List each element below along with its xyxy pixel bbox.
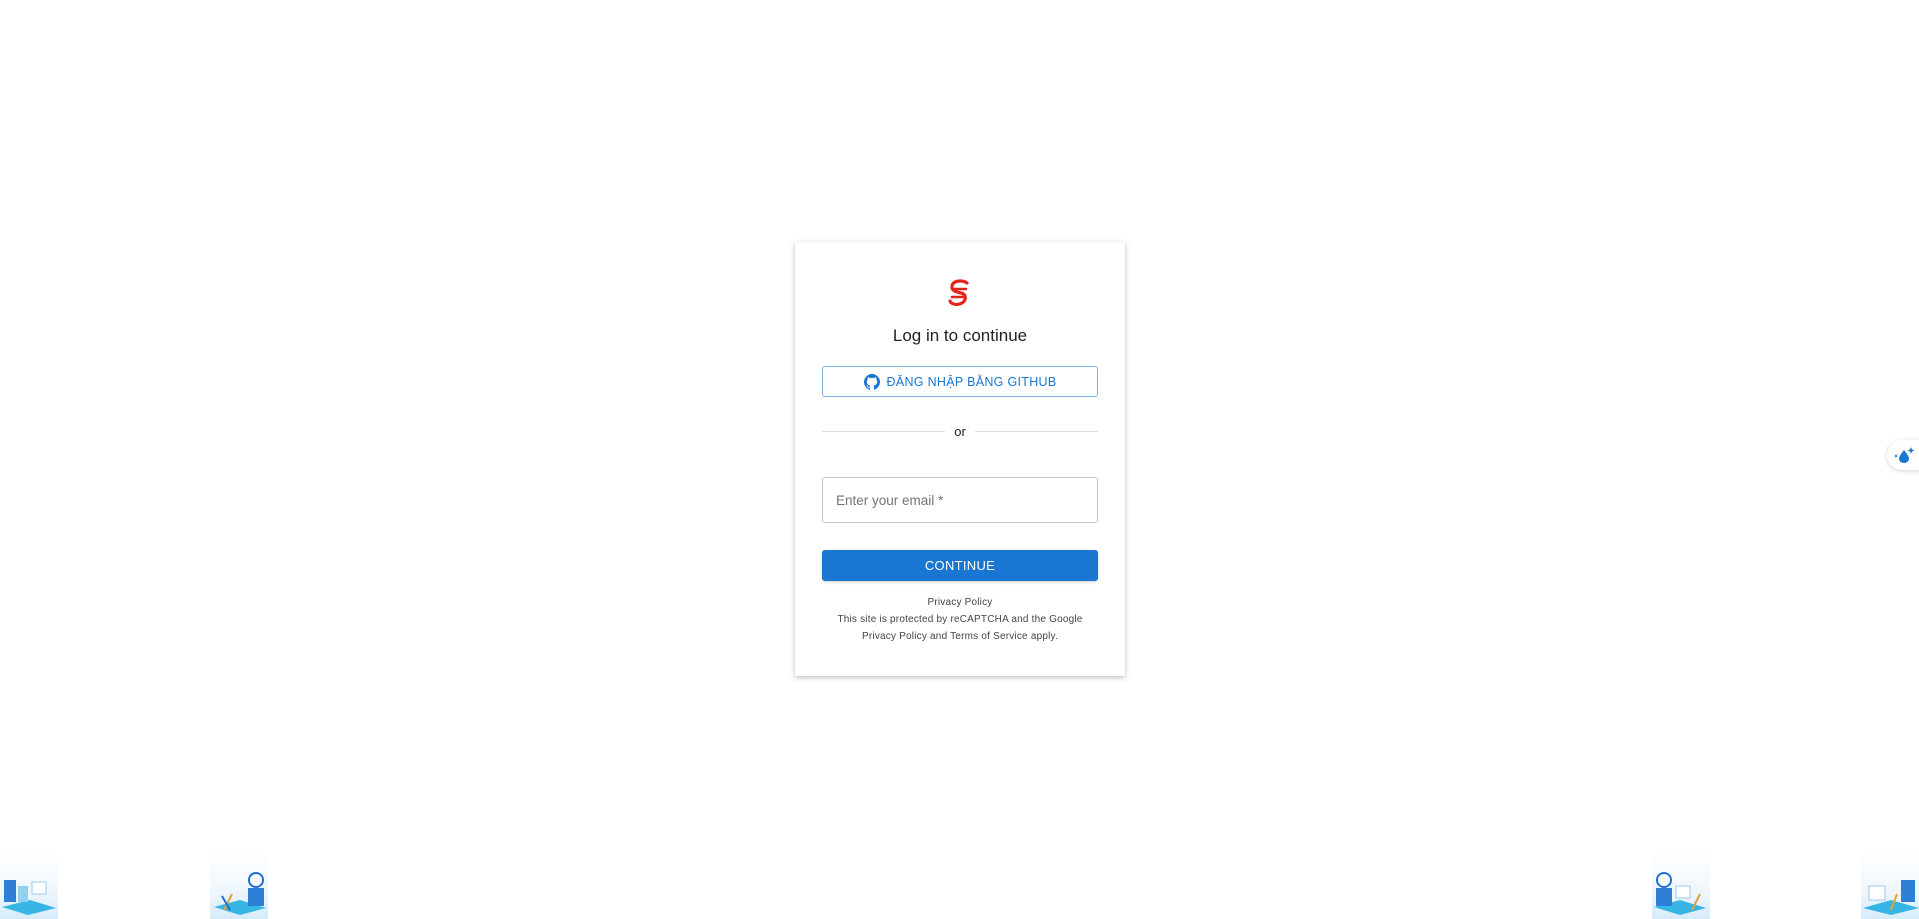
decorative-illustration — [214, 872, 266, 915]
google-privacy-policy-link[interactable]: Privacy Policy — [862, 631, 927, 642]
login-card: Log in to continue ĐĂNG NHẬP BẰNG GITHUB… — [795, 242, 1125, 676]
divider-line-left — [822, 430, 946, 432]
github-login-button[interactable]: ĐĂNG NHẬP BẰNG GITHUB — [822, 366, 1098, 397]
email-field-container[interactable] — [822, 477, 1098, 523]
sparkle-drop-icon — [1894, 447, 1915, 463]
page-title: Log in to continue — [892, 326, 1028, 345]
brand-logo-icon — [948, 279, 969, 307]
decorative-illustration — [1654, 872, 1706, 915]
and-text: and — [930, 631, 948, 642]
side-assistant-widget[interactable] — [1887, 440, 1919, 470]
decorative-illustration — [1863, 880, 1919, 915]
continue-button[interactable]: CONTINUE — [822, 550, 1098, 581]
divider-text: or — [954, 423, 966, 439]
github-login-label: ĐĂNG NHẬP BẰNG GITHUB — [886, 374, 1057, 389]
recaptcha-notice: This site is protected by reCAPTCHA and … — [837, 614, 1083, 625]
corner-illustration-left-2 — [210, 852, 268, 919]
corner-illustration-right-2 — [1861, 852, 1919, 919]
recaptcha-links-line: Privacy Policy and Terms of Service appl… — [795, 628, 1125, 645]
divider-line-right — [974, 430, 1098, 432]
privacy-policy-link[interactable]: Privacy Policy — [927, 597, 992, 608]
corner-illustration-right-1 — [1652, 852, 1710, 919]
corner-illustration-left-1 — [0, 852, 58, 919]
or-divider: or — [822, 423, 1098, 439]
google-terms-link[interactable]: Terms of Service — [950, 631, 1028, 642]
github-icon — [863, 373, 880, 390]
email-input[interactable] — [834, 491, 1097, 509]
legal-footer: Privacy Policy This site is protected by… — [795, 594, 1125, 645]
apply-text: apply. — [1030, 631, 1058, 642]
decorative-illustration — [2, 880, 56, 915]
